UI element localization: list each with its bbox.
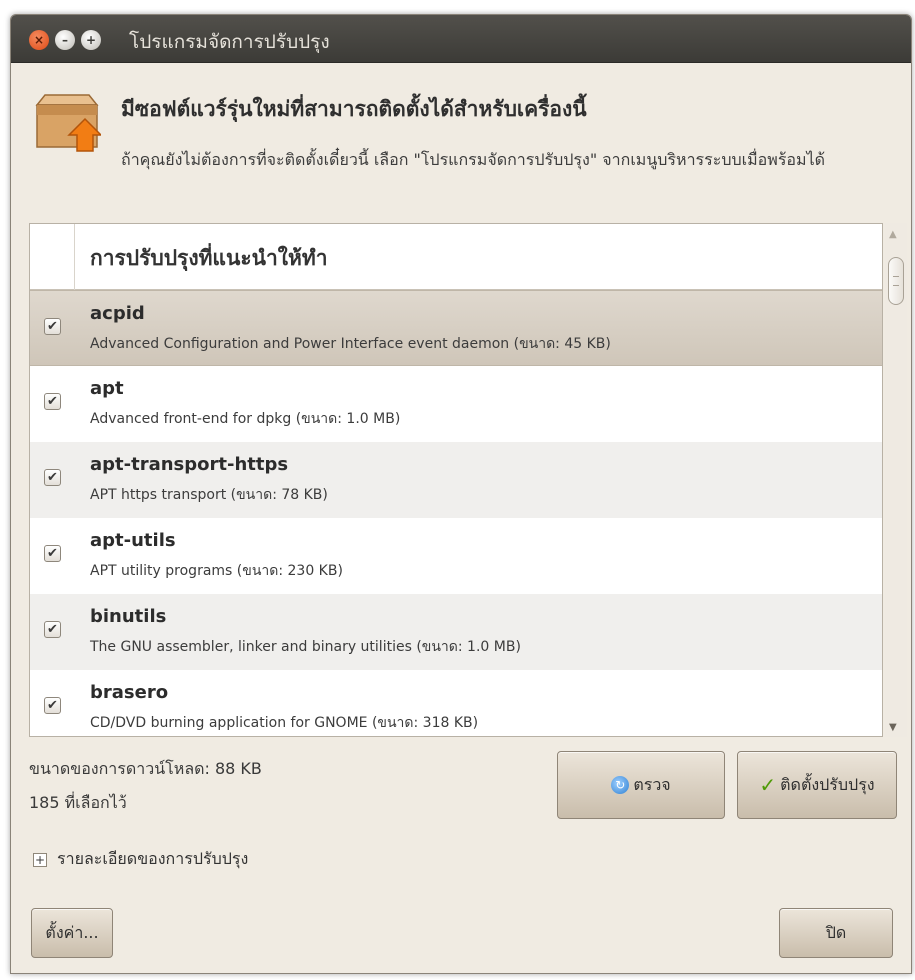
list-item[interactable]: ✔ binutils The GNU assembler, linker and… xyxy=(30,594,882,670)
package-upgrade-icon xyxy=(31,91,103,153)
install-updates-button[interactable]: ✓ ติดตั้งปรับปรุง xyxy=(737,751,897,819)
item-checkbox[interactable]: ✔ xyxy=(44,621,61,638)
list-item[interactable]: ✔ apt-utils APT utility programs (ขนาด: … xyxy=(30,518,882,594)
column-divider xyxy=(74,224,75,290)
header-description: ถ้าคุณยังไม่ต้องการที่จะติดตั้งเดี๋ยวนี้… xyxy=(121,150,825,169)
check-button-label: ตรวจ xyxy=(633,774,671,794)
item-checkbox[interactable]: ✔ xyxy=(44,318,61,335)
list-item[interactable]: ✔ acpid Advanced Configuration and Power… xyxy=(30,290,882,366)
refresh-icon: ↻ xyxy=(611,776,630,794)
maximize-window-button[interactable]: + xyxy=(81,30,101,50)
settings-button[interactable]: ตั้งค่า... xyxy=(31,908,113,958)
package-description: Advanced Configuration and Power Interfa… xyxy=(90,336,611,352)
update-manager-window: × – + โปรแกรมจัดการปรับปรุง มีซอฟต์แวร์ร… xyxy=(10,14,912,974)
list-item[interactable]: ✔ brasero CD/DVD burning application for… xyxy=(30,670,882,736)
list-section-header: การปรับปรุงที่แนะนำให้ทำ xyxy=(30,224,882,290)
list-item[interactable]: ✔ apt-transport-https APT https transpor… xyxy=(30,442,882,518)
package-description: The GNU assembler, linker and binary uti… xyxy=(90,639,521,655)
details-label: รายละเอียดของการปรับปรุง xyxy=(57,849,249,868)
package-name: apt-utils xyxy=(90,530,176,551)
checkmark-icon: ✓ xyxy=(759,773,777,797)
close-button[interactable]: ปิด xyxy=(779,908,893,958)
check-button[interactable]: ↻ ตรวจ xyxy=(557,751,725,819)
section-title: การปรับปรุงที่แนะนำให้ทำ xyxy=(90,246,328,270)
install-button-label: ติดตั้งปรับปรุง xyxy=(780,774,875,794)
close-window-button[interactable]: × xyxy=(29,30,49,50)
expand-plus-icon[interactable]: + xyxy=(33,852,47,867)
update-details-expander[interactable]: + รายละเอียดของการปรับปรุง xyxy=(33,847,248,872)
list-item[interactable]: ✔ apt Advanced front-end for dpkg (ขนาด:… xyxy=(30,366,882,442)
update-list[interactable]: การปรับปรุงที่แนะนำให้ทำ ✔ acpid Advance… xyxy=(29,223,883,737)
minimize-window-button[interactable]: – xyxy=(55,30,75,50)
download-size: ขนาดของการดาวน์โหลด: 88 KB xyxy=(29,759,262,778)
scroll-down-arrow-icon[interactable]: ▼ xyxy=(889,722,897,733)
headline: มีซอฟต์แวร์รุ่นใหม่ที่สามารถติดตั้งได้สำ… xyxy=(121,97,587,121)
package-description: APT https transport (ขนาด: 78 KB) xyxy=(90,487,328,503)
selected-count: 185 ที่เลือกไว้ xyxy=(29,793,127,812)
item-checkbox[interactable]: ✔ xyxy=(44,469,61,486)
package-description: APT utility programs (ขนาด: 230 KB) xyxy=(90,563,343,579)
package-name: acpid xyxy=(90,303,145,324)
package-name: apt-transport-https xyxy=(90,454,289,475)
package-name: apt xyxy=(90,378,124,399)
settings-button-label: ตั้งค่า... xyxy=(45,922,99,942)
package-description: CD/DVD burning application for GNOME (ขน… xyxy=(90,715,479,731)
package-name: binutils xyxy=(90,606,167,627)
window-title: โปรแกรมจัดการปรับปรุง xyxy=(129,31,330,53)
title-bar[interactable]: × – + โปรแกรมจัดการปรับปรุง xyxy=(11,15,911,63)
scroll-thumb[interactable] xyxy=(888,257,904,305)
scroll-up-arrow-icon[interactable]: ▲ xyxy=(889,229,897,240)
item-checkbox[interactable]: ✔ xyxy=(44,393,61,410)
item-checkbox[interactable]: ✔ xyxy=(44,697,61,714)
close-button-label: ปิด xyxy=(825,922,847,942)
package-name: brasero xyxy=(90,682,169,703)
vertical-scrollbar[interactable]: ▲ ▼ xyxy=(885,223,907,737)
package-description: Advanced front-end for dpkg (ขนาด: 1.0 M… xyxy=(90,411,401,427)
scroll-grip-icon xyxy=(893,276,899,286)
item-checkbox[interactable]: ✔ xyxy=(44,545,61,562)
